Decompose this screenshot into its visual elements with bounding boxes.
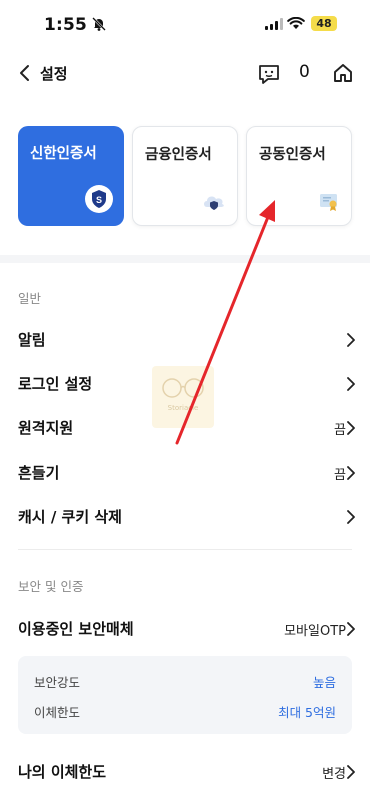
chatbot-icon[interactable] xyxy=(257,63,281,85)
battery-indicator: 48 xyxy=(311,16,337,31)
row-label: 원격지원 xyxy=(18,419,74,437)
wifi-icon xyxy=(287,17,305,29)
row-value: 끔 xyxy=(334,468,346,483)
row-label: 흔들기 xyxy=(18,464,60,482)
divider xyxy=(18,549,352,550)
certificate-cards: 신한인증서 S 금융인증서 공동인증서 xyxy=(18,126,352,226)
row-label: 이용중인 보안매체 xyxy=(18,620,134,638)
settings-row-shake[interactable]: 흔들기 끔 xyxy=(0,457,370,487)
section-label-general: 일반 xyxy=(18,291,42,306)
nav-bar: 설정 0 xyxy=(0,52,370,96)
back-icon[interactable] xyxy=(14,62,36,84)
settings-row-notifications[interactable]: 알림 xyxy=(0,324,370,354)
row-value: 변경 xyxy=(322,767,346,782)
card-label: 공동인증서 xyxy=(259,147,326,163)
row-label: 나의 이체한도 xyxy=(18,763,107,781)
info-value-strength: 높음 xyxy=(312,675,336,690)
card-label: 신한인증서 xyxy=(30,146,97,162)
card-label: 금융인증서 xyxy=(145,147,212,163)
section-divider xyxy=(0,255,370,263)
status-time: 1:55 xyxy=(44,15,88,35)
svg-text:S: S xyxy=(96,195,102,205)
card-joint-certificate[interactable]: 공동인증서 xyxy=(246,126,352,226)
page-title: 설정 xyxy=(40,65,68,83)
settings-row-security-media[interactable]: 이용중인 보안매체 모바일OTP xyxy=(0,613,370,643)
info-label-limit: 이체한도 xyxy=(34,705,81,720)
cloud-shield-icon xyxy=(204,196,224,210)
chevron-right-icon xyxy=(347,421,355,435)
chevron-right-icon xyxy=(347,377,355,391)
row-label: 로그인 설정 xyxy=(18,375,93,393)
glasses-icon xyxy=(162,378,204,398)
signal-icon xyxy=(265,18,283,30)
certificate-document-icon xyxy=(320,194,337,211)
chevron-right-icon xyxy=(347,765,355,779)
chevron-right-icon xyxy=(347,466,355,480)
chevron-right-icon xyxy=(347,510,355,524)
settings-row-transfer-limit[interactable]: 나의 이체한도 변경 xyxy=(0,756,370,786)
watermark-logo: Storiacle xyxy=(152,366,214,428)
security-info-box: 보안강도 높음 이체한도 최대 5억원 xyxy=(18,656,352,734)
notification-count[interactable]: 0 xyxy=(299,62,310,82)
chevron-right-icon xyxy=(347,333,355,347)
shinhan-shield-icon: S xyxy=(85,185,113,213)
watermark-text: Storiacle xyxy=(167,404,199,412)
bell-off-icon xyxy=(92,17,106,31)
info-value-limit: 최대 5억원 xyxy=(278,705,336,720)
card-shinhan-certificate[interactable]: 신한인증서 S xyxy=(18,126,124,226)
row-value: 모바일OTP xyxy=(284,624,346,639)
home-icon[interactable] xyxy=(332,62,354,84)
chevron-right-icon xyxy=(347,622,355,636)
info-label-strength: 보안강도 xyxy=(34,675,81,690)
section-label-security: 보안 및 인증 xyxy=(18,579,84,594)
card-finance-certificate[interactable]: 금융인증서 xyxy=(132,126,238,226)
row-label: 캐시 / 쿠키 삭제 xyxy=(18,508,122,526)
settings-row-clear-cache[interactable]: 캐시 / 쿠키 삭제 xyxy=(0,501,370,531)
row-value: 끔 xyxy=(334,423,346,438)
row-label: 알림 xyxy=(18,331,46,349)
status-bar: 1:55 48 xyxy=(0,0,370,50)
